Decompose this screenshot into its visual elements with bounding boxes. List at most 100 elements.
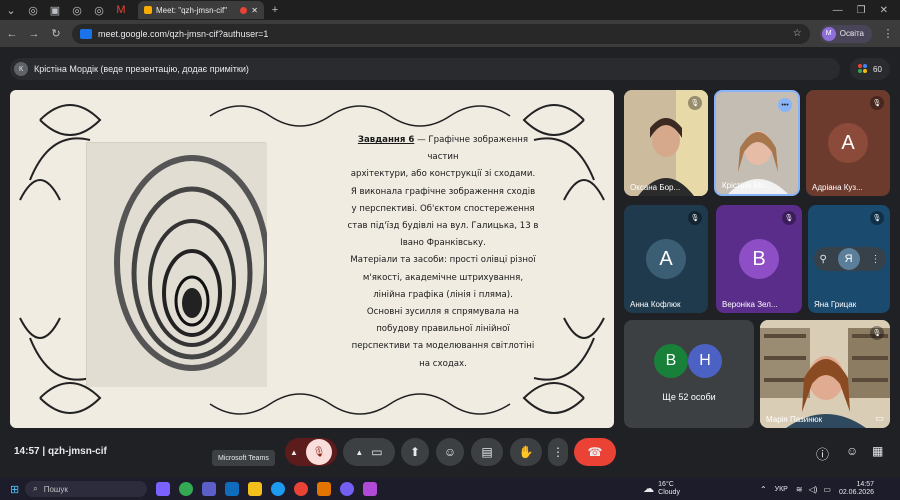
maximize-icon[interactable]: ❐: [857, 5, 866, 16]
staircase-drawing: [86, 142, 270, 387]
captions-icon: ▤: [481, 445, 493, 459]
outlook-icon[interactable]: [225, 482, 240, 496]
widgets-icon[interactable]: [156, 482, 171, 496]
profile-avatar: M: [821, 26, 836, 41]
language-indicator[interactable]: УКР: [775, 486, 788, 493]
tab-icon-2[interactable]: ▣: [44, 1, 66, 19]
others-count-label: Ще 52 особи: [662, 392, 716, 402]
active-tab-title: Meet: "qzh-jmsn-cif": [156, 5, 228, 15]
slide-line-6: Івано Франківську.: [400, 238, 486, 249]
new-tab-icon[interactable]: +: [264, 1, 286, 19]
wifi-icon[interactable]: ≋: [796, 485, 803, 494]
chevron-up-icon[interactable]: ▲: [355, 448, 363, 457]
slide-line-13: на сходах.: [419, 358, 467, 369]
profile-button[interactable]: M Освіта: [819, 24, 872, 43]
participant-name: Крістіна Мо...: [722, 181, 772, 190]
windows-taskbar: ⊞ ⌕ Пошук ☁ 16°C Cloudy ⌃ УКР ≋ ◁) ▭ 14:5…: [0, 478, 900, 500]
slide-line-10: Основні зусилля я спрямувала на: [366, 307, 520, 318]
edge-icon[interactable]: [271, 482, 286, 496]
pin-icon[interactable]: ▭: [875, 413, 884, 424]
chevron-up-icon[interactable]: ▲: [290, 448, 298, 457]
volume-icon[interactable]: ◁): [809, 485, 818, 494]
participant-tile[interactable]: 🎙 Марія Пазинюк ▭: [760, 320, 890, 428]
participant-tile[interactable]: А 🎙 Адріана Куз...: [806, 90, 890, 196]
participant-tile[interactable]: 🎙 Оксана Бор...: [624, 90, 708, 196]
tile-hover-controls: ⚲ Я ⋮: [814, 247, 886, 271]
browser-menu-icon[interactable]: ⋮: [882, 27, 894, 40]
minimize-icon[interactable]: —: [833, 5, 843, 16]
camera-toggle-button[interactable]: ▲ ▭: [343, 438, 395, 466]
slide-text: Завдання 6 — Графічне зображення частин …: [345, 132, 541, 373]
slide-line-9: лінійна графіка (лінія і пляма).: [373, 289, 513, 300]
participant-tile[interactable]: А 🎙 Анна Кофлюк: [624, 205, 708, 313]
start-icon[interactable]: ⊞: [10, 483, 19, 496]
tab-search-icon[interactable]: ⌄: [0, 1, 22, 19]
viber-icon[interactable]: [340, 482, 355, 496]
activities-icon[interactable]: ▦: [872, 444, 883, 458]
presenter-text: Крістіна Мордік (веде презентацію, додає…: [34, 64, 249, 74]
site-info-icon[interactable]: [80, 28, 92, 39]
slide-title: Завдання 6: [357, 135, 415, 145]
teams-icon[interactable]: [202, 482, 217, 496]
battery-icon[interactable]: ▭: [823, 485, 831, 494]
participant-tile[interactable]: ⚲ Я ⋮ 🎙 Яна Грицак: [808, 205, 890, 313]
slide-line-7: Матеріали та засоби: прості олівці різно…: [350, 255, 536, 266]
raise-hand-button[interactable]: ✋: [510, 438, 542, 466]
pin-icon[interactable]: ⚲: [819, 254, 826, 265]
url-input[interactable]: meet.google.com/qzh-jmsn-cif?authuser=1 …: [72, 23, 810, 44]
reactions-button[interactable]: ☺: [436, 438, 464, 466]
participant-name: Марія Пазинюк: [766, 415, 823, 424]
more-options-icon[interactable]: ⋮: [871, 254, 881, 265]
mic-off-icon: 🎙: [870, 326, 884, 340]
back-icon[interactable]: ←: [6, 28, 18, 40]
more-options-button[interactable]: ⋮: [548, 438, 568, 466]
meet-favicon-icon: [144, 6, 152, 14]
info-icon[interactable]: ⓘ: [816, 444, 829, 463]
slide-line-0: Завдання 6 — Графічне зображення: [357, 135, 529, 145]
explorer-icon[interactable]: [248, 482, 263, 496]
slide-line-3: Я виконала графічне зображення сходів: [350, 186, 536, 197]
others-tile[interactable]: В Н Ще 52 особи: [624, 320, 754, 428]
presented-slide: Завдання 6 — Графічне зображення частин …: [10, 90, 614, 428]
forward-icon[interactable]: →: [28, 28, 40, 40]
people-icon: [858, 64, 868, 74]
weather-widget[interactable]: ☁ 16°C Cloudy: [643, 481, 680, 497]
people-panel-icon[interactable]: ☺: [846, 444, 858, 458]
weather-temp: 16°C: [658, 481, 674, 488]
tab-icon-1[interactable]: ◎: [22, 1, 44, 19]
leave-call-button[interactable]: ☎: [574, 438, 616, 466]
participant-tile[interactable]: В 🎙 Вероніка Зел...: [716, 205, 802, 313]
tab-close-icon[interactable]: ✕: [251, 6, 258, 15]
mic-off-icon: 🎙: [782, 211, 796, 225]
chrome-icon[interactable]: [179, 482, 194, 496]
hand-icon: ✋: [518, 445, 534, 459]
participant-avatar: Я: [837, 248, 860, 270]
slide-line-5: став під'їзд будівлі на вул. Галицька, 1…: [347, 221, 539, 232]
profile-label: Освіта: [839, 29, 864, 38]
tray-chevron-icon[interactable]: ⌃: [760, 485, 767, 494]
active-tab[interactable]: Meet: "qzh-jmsn-cif" ✕: [138, 1, 264, 19]
present-button[interactable]: ⬆: [401, 438, 429, 466]
gmail-tab-icon[interactable]: M: [110, 1, 132, 19]
chrome-profile-icon[interactable]: [294, 482, 309, 496]
tab-icon-3[interactable]: ◎: [66, 1, 88, 19]
clock[interactable]: 14:57 02.06.2026: [839, 481, 874, 497]
more-options-icon[interactable]: •••: [778, 98, 792, 112]
bookmark-star-icon[interactable]: ☆: [793, 28, 802, 39]
taskbar-search[interactable]: ⌕ Пошук: [25, 481, 148, 497]
url-text: meet.google.com/qzh-jmsn-cif?authuser=1: [98, 28, 269, 39]
slide-line-8: м'якості, академічне штрихування,: [362, 272, 524, 283]
address-bar: ← → ↻ meet.google.com/qzh-jmsn-cif?authu…: [0, 20, 900, 47]
participant-tile[interactable]: ••• Крістіна Мо...: [714, 90, 800, 196]
search-label: Пошук: [43, 484, 68, 494]
captions-button[interactable]: ▤: [471, 438, 503, 466]
app-icon[interactable]: [363, 482, 378, 496]
participant-name: Анна Кофлюк: [630, 300, 681, 309]
reload-icon[interactable]: ↻: [50, 27, 62, 40]
window-close-icon[interactable]: ✕: [880, 5, 888, 16]
search-icon: ⌕: [33, 484, 38, 493]
mic-toggle-button[interactable]: ▲ 🎙: [285, 438, 337, 466]
people-button[interactable]: 60: [850, 58, 890, 80]
meet-app-icon[interactable]: [317, 482, 332, 496]
tab-icon-4[interactable]: ◎: [88, 1, 110, 19]
